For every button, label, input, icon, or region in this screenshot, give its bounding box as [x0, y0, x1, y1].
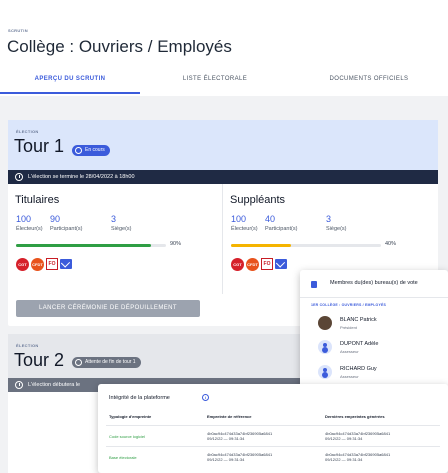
suppleants-title: Suppléants	[230, 194, 286, 206]
tab-apercu[interactable]: APERÇU DU SCRUTIN	[0, 68, 140, 94]
election-header: ÉLECTION Tour 1 En cours	[8, 120, 438, 170]
popup-title: Intégrité de la plateforme	[109, 395, 170, 401]
clock-icon	[15, 381, 23, 389]
tab-documents-officiels[interactable]: DOCUMENTS OFFICIELS	[290, 68, 448, 94]
info-icon[interactable]: i	[202, 394, 209, 401]
stat-label: Électeur(s)	[16, 226, 43, 232]
stat-value: 100	[231, 214, 247, 224]
member-item[interactable]: RICHARD Guy Assesseur	[318, 363, 438, 383]
latest-hash-cell: 4b0ac94c474d33a74bf236905a6841 09/12/22 …	[322, 452, 440, 462]
cfdt-logo[interactable]: CFDT	[246, 257, 259, 271]
header: SCRUTIN Collège : Ouvriers / Employés AP…	[0, 0, 448, 96]
tour-title: Tour 1	[14, 136, 65, 156]
user-icon	[318, 365, 332, 379]
titulaires-panel: Titulaires 100 Électeur(s) 90 Participan…	[8, 184, 223, 294]
member-name: RICHARD Guy	[340, 366, 377, 372]
member-role: Assesseur	[340, 374, 359, 379]
titulaires-title: Titulaires	[15, 194, 60, 206]
info-icon	[75, 147, 82, 154]
status-badge: En cours	[72, 145, 110, 156]
fingerprint-type: Code source logiciel	[109, 433, 146, 439]
stat-value: 90	[50, 214, 61, 224]
stat-label: Siège(s)	[326, 226, 347, 232]
stat-value: 3	[326, 214, 332, 224]
progress-fill	[16, 244, 151, 247]
column-header: Dernières empreintes générées	[325, 414, 385, 419]
election-info-text: L'élection débutera le	[28, 382, 81, 388]
stat-participants: 90 Participant(s)	[50, 214, 82, 232]
start-counting-button[interactable]: LANCER CÉRÉMONIE DE DÉPOUILLEMENT	[16, 300, 200, 317]
stat-sieges: 3 Siège(s)	[111, 214, 131, 232]
cfdt-logo[interactable]: CFDT	[31, 257, 44, 271]
stat-sieges: 3 Siège(s)	[326, 214, 346, 232]
progress-label: 90%	[170, 241, 182, 247]
stat-label: Participant(s)	[265, 226, 298, 232]
mail-icon[interactable]	[60, 259, 72, 269]
stat-electeurs: 100 Électeur(s)	[231, 214, 258, 232]
table-header: Typologie d'empreinte Empreinte de référ…	[106, 408, 440, 425]
union-logos: CGT CFDT FO	[231, 257, 287, 271]
participation-progress	[231, 244, 381, 247]
fingerprint-type: Base électorale	[109, 454, 137, 460]
info-icon	[75, 359, 82, 366]
member-item[interactable]: BLANC Patrick Président	[318, 314, 438, 334]
election-info-text: L'élection se termine le 28/04/2022 à 18…	[28, 174, 135, 180]
tour-title: Tour 2	[14, 350, 65, 370]
integrity-table: Typologie d'empreinte Empreinte de référ…	[106, 408, 440, 467]
hash-date: 09/12/22 — 09:31:34	[325, 457, 363, 462]
status-badge-label: En cours	[85, 147, 105, 153]
latest-hash-cell: 4b0ac94c474d33a74bf236905a6841 09/12/22 …	[322, 431, 440, 441]
clock-icon	[15, 173, 23, 181]
member-role: Assesseur	[340, 349, 359, 354]
stat-value: 100	[16, 214, 32, 224]
member-item[interactable]: DUPONT Adèle Assesseur	[318, 338, 438, 358]
tab-liste-electorale[interactable]: LISTE ÉLECTORALE	[140, 68, 290, 94]
stat-value: 40	[265, 214, 276, 224]
progress-label: 40%	[385, 241, 397, 247]
stat-electeurs: 100 Électeur(s)	[16, 214, 43, 232]
election-info-bar: L'élection se termine le 28/04/2022 à 18…	[8, 170, 438, 184]
election-label: ÉLECTION	[16, 129, 39, 134]
status-badge-label: Attente de fin de tour 1	[85, 359, 136, 365]
stat-label: Siège(s)	[111, 226, 132, 232]
member-name: DUPONT Adèle	[340, 341, 379, 347]
table-row: Base électorale 4b0ac94c474d33a74bf23690…	[106, 446, 440, 467]
member-role: Président	[340, 325, 357, 330]
popup-header: Membres du(des) bureau(x) de vote	[300, 270, 448, 298]
fo-logo[interactable]: FO	[261, 258, 273, 270]
hash-date: 09/12/22 — 09:31:34	[207, 457, 245, 462]
table-row: Code source logiciel 4b0ac94c474d33a74bf…	[106, 425, 440, 446]
election-label: ÉLECTION	[16, 343, 39, 348]
popup-title: Membres du(des) bureau(x) de vote	[330, 280, 418, 286]
stat-label: Participant(s)	[50, 226, 83, 232]
cgt-logo[interactable]: CGT	[16, 257, 29, 271]
mail-icon[interactable]	[275, 259, 287, 269]
union-logos: CGT CFDT FO	[16, 257, 72, 271]
integrity-popup: Intégrité de la plateforme i Typologie d…	[98, 384, 448, 473]
building-icon	[311, 281, 317, 288]
stat-label: Électeur(s)	[231, 226, 258, 232]
tab-bar: APERÇU DU SCRUTIN LISTE ÉLECTORALE DOCUM…	[0, 68, 448, 94]
page-title: Collège : Ouvriers / Employés	[7, 37, 232, 56]
cgt-logo[interactable]: CGT	[231, 257, 244, 271]
participation-progress	[16, 244, 166, 247]
status-badge: Attente de fin de tour 1	[72, 357, 141, 368]
column-header: Empreinte de référence	[207, 414, 252, 419]
hash-date: 09/12/22 — 09:31:34	[325, 436, 363, 441]
column-header: Typologie d'empreinte	[109, 414, 152, 419]
member-name: BLANC Patrick	[340, 317, 377, 323]
bureau-vote-popup: Membres du(des) bureau(x) de vote 1ER CO…	[300, 270, 448, 392]
stat-value: 3	[111, 214, 117, 224]
section-label: 1ER COLLÈGE : OUVRIERS / EMPLOYÉS	[311, 303, 387, 307]
fo-logo[interactable]: FO	[46, 258, 58, 270]
user-icon	[318, 340, 332, 354]
reference-hash-cell: 4b0ac94c474d33a74bf236905a6841 09/12/22 …	[204, 452, 322, 462]
page: SCRUTIN Collège : Ouvriers / Employés AP…	[0, 0, 448, 473]
progress-fill	[231, 244, 291, 247]
reference-hash-cell: 4b0ac94c474d33a74bf236905a6841 09/12/22 …	[204, 431, 322, 441]
stat-participants: 40 Participant(s)	[265, 214, 297, 232]
scrutin-label: SCRUTIN	[8, 28, 28, 33]
avatar	[318, 316, 332, 330]
hash-date: 09/12/22 — 09:31:34	[207, 436, 245, 441]
